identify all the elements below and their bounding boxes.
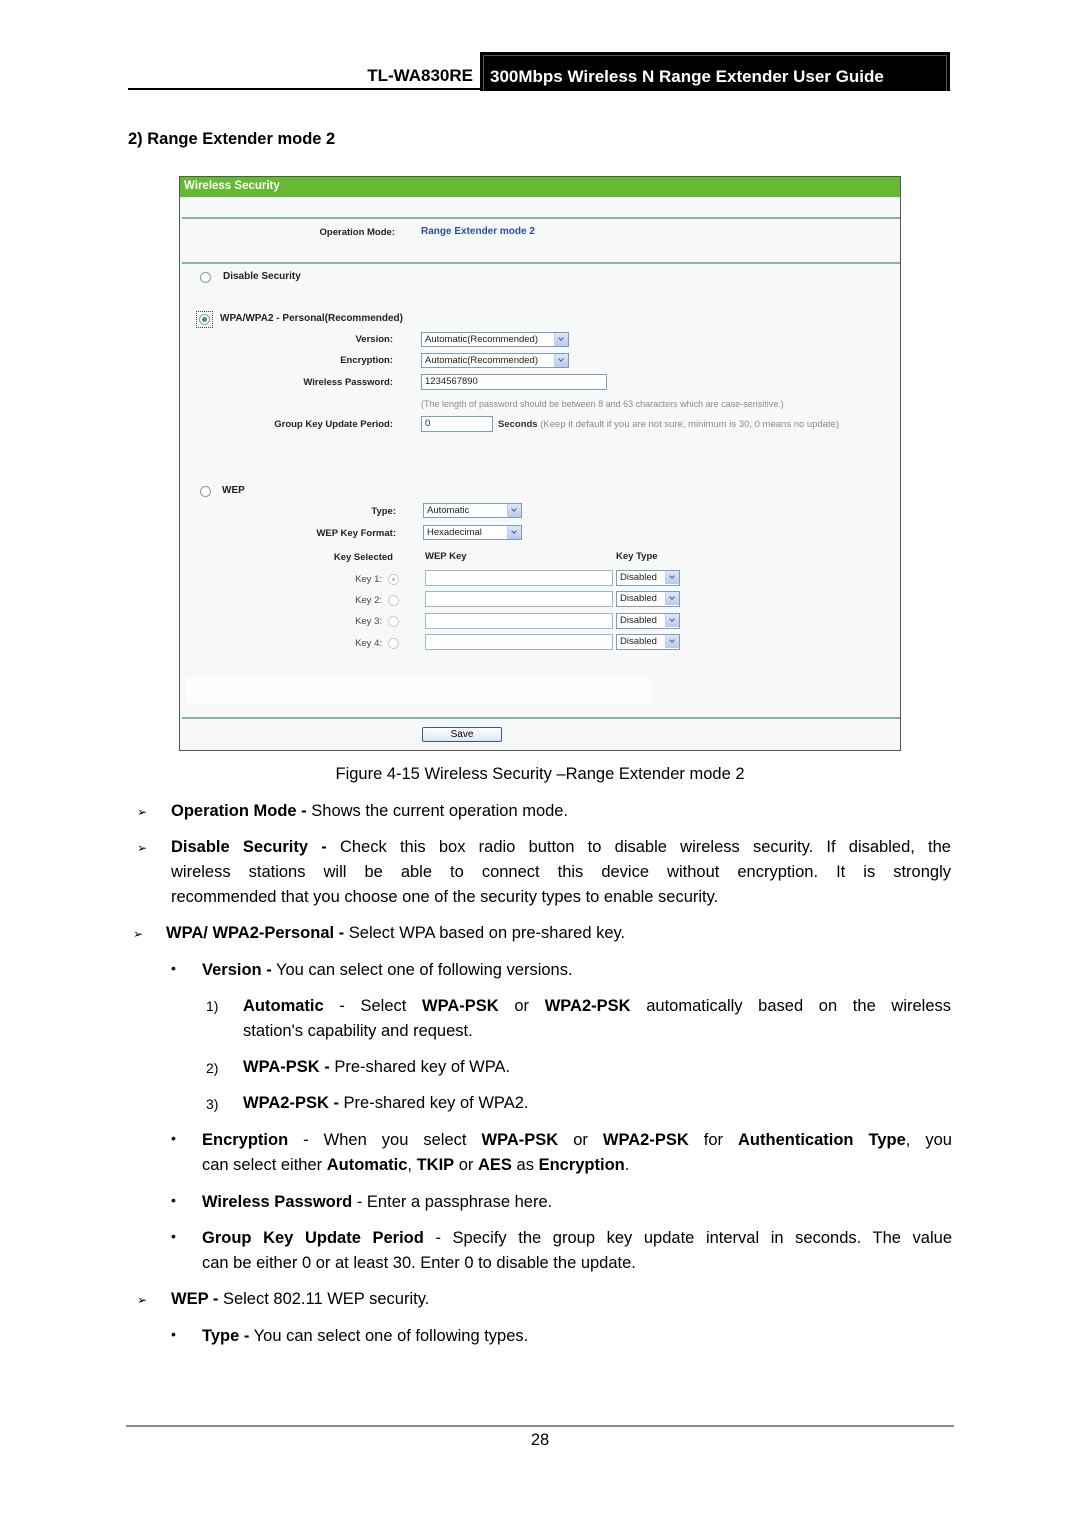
- dot-bullet-icon: •: [171, 960, 176, 976]
- key-1-label: Key 1:: [355, 574, 382, 585]
- group-key-desc: Group Key Update Period - Specify the gr…: [202, 1229, 953, 1272]
- key-4-input[interactable]: [425, 634, 613, 650]
- key-3-label: Key 3:: [355, 616, 382, 627]
- key-3-radio[interactable]: [388, 616, 399, 627]
- encryption-select[interactable]: Automatic(Recommended): [421, 353, 569, 368]
- disable-security-label: Disable Security: [223, 271, 301, 282]
- wireless-security-panel: Wireless Security Operation Mode: Range …: [179, 176, 901, 751]
- save-button[interactable]: Save: [422, 727, 502, 742]
- wpa-personal-label: WPA/WPA2 - Personal(Recommended): [220, 313, 403, 324]
- dot-bullet-icon: •: [171, 1326, 176, 1342]
- operation-mode-label: Operation Mode:: [319, 227, 395, 238]
- chevron-down-icon: [665, 614, 679, 627]
- key-1-input[interactable]: [425, 570, 613, 586]
- version-select[interactable]: Automatic(Recommended): [421, 332, 569, 347]
- password-hint: (The length of password should be betwee…: [421, 399, 784, 409]
- chevron-down-icon: [507, 526, 521, 539]
- list-number: 3): [206, 1096, 219, 1112]
- wpa-personal-radio[interactable]: [199, 314, 210, 325]
- chevron-down-icon: [665, 592, 679, 605]
- wireless-password-label: Wireless Password:: [303, 377, 393, 388]
- wep-key-format-label: WEP Key Format:: [316, 528, 396, 539]
- disable-security-desc: Disable Security - Check this box radio …: [171, 838, 951, 906]
- key-2-label: Key 2:: [355, 595, 382, 606]
- wep-desc: WEP - Select 802.11 WEP security.: [171, 1290, 430, 1308]
- chevron-down-icon: [554, 333, 568, 346]
- version-item: Automatic - Select WPA-PSK or WPA2-PSK a…: [243, 997, 952, 1040]
- arrow-bullet-icon: ➢: [137, 1293, 148, 1307]
- divider: [182, 217, 900, 219]
- panel-title: Wireless Security: [184, 180, 280, 192]
- page-number: 28: [530, 1431, 550, 1449]
- key-3-input[interactable]: [425, 613, 613, 629]
- key-1-radio[interactable]: [388, 574, 399, 585]
- encryption-desc: Encryption - When you select WPA-PSK or …: [202, 1131, 952, 1174]
- key-1-type-select[interactable]: Disabled: [616, 570, 680, 586]
- figure-caption: Figure 4-15 Wireless Security –Range Ext…: [335, 765, 745, 783]
- header-model: TL-WA830RE: [367, 66, 473, 85]
- wep-key-header: WEP Key: [425, 551, 467, 562]
- version-item: WPA2-PSK - Pre-shared key of WPA2.: [243, 1094, 529, 1112]
- footer-rule: [126, 1425, 954, 1427]
- seconds-note: Seconds (Keep it default if you are not …: [498, 419, 840, 430]
- header-guide-title: 300Mbps Wireless N Range Extender User G…: [490, 67, 884, 86]
- wep-label: WEP: [222, 485, 245, 496]
- blank-area: [186, 677, 651, 703]
- list-number: 2): [206, 1060, 219, 1076]
- wep-radio[interactable]: [200, 486, 211, 497]
- type-desc: Type - You can select one of following t…: [202, 1327, 529, 1345]
- chevron-down-icon: [665, 571, 679, 584]
- version-desc: Version - You can select one of followin…: [202, 961, 573, 979]
- operation-mode-desc: Operation Mode - Shows the current opera…: [171, 802, 569, 820]
- wep-key-format-select[interactable]: Hexadecimal: [423, 525, 522, 540]
- group-key-label: Group Key Update Period:: [274, 419, 393, 430]
- header-title-box: 300Mbps Wireless N Range Extender User G…: [480, 52, 950, 91]
- divider: [182, 717, 900, 719]
- key-4-type-select[interactable]: Disabled: [616, 634, 680, 650]
- dot-bullet-icon: •: [171, 1192, 176, 1208]
- key-type-header: Key Type: [616, 551, 658, 562]
- header-rule: [128, 88, 480, 90]
- dot-bullet-icon: •: [171, 1130, 176, 1146]
- wep-type-select[interactable]: Automatic: [423, 503, 522, 518]
- key-selected-header: Key Selected: [333, 552, 393, 563]
- key-2-radio[interactable]: [388, 595, 399, 606]
- key-2-input[interactable]: [425, 591, 613, 607]
- chevron-down-icon: [665, 635, 679, 648]
- disable-security-radio[interactable]: [200, 272, 211, 283]
- chevron-down-icon: [507, 504, 521, 517]
- key-3-type-select[interactable]: Disabled: [616, 613, 680, 629]
- wireless-password-desc: Wireless Password - Enter a passphrase h…: [202, 1193, 553, 1211]
- group-key-input[interactable]: 0: [421, 416, 493, 432]
- wpa-personal-desc: WPA/ WPA2-Personal - Select WPA based on…: [166, 924, 626, 942]
- key-4-label: Key 4:: [355, 638, 382, 649]
- chevron-down-icon: [554, 354, 568, 367]
- arrow-bullet-icon: ➢: [137, 841, 148, 855]
- operation-mode-value: Range Extender mode 2: [421, 226, 535, 237]
- version-item: WPA-PSK - Pre-shared key of WPA.: [243, 1058, 511, 1076]
- dot-bullet-icon: •: [171, 1228, 176, 1244]
- wep-type-label: Type:: [371, 506, 396, 517]
- panel-header: Wireless Security: [180, 177, 900, 197]
- key-2-type-select[interactable]: Disabled: [616, 591, 680, 607]
- divider: [182, 262, 900, 264]
- version-label: Version:: [355, 334, 394, 345]
- section-heading: 2) Range Extender mode 2: [128, 130, 336, 148]
- wireless-password-input[interactable]: 1234567890: [421, 374, 607, 390]
- encryption-label: Encryption:: [340, 355, 393, 366]
- key-4-radio[interactable]: [388, 638, 399, 649]
- list-number: 1): [206, 998, 219, 1014]
- arrow-bullet-icon: ➢: [137, 805, 148, 819]
- arrow-bullet-icon: ➢: [133, 927, 144, 941]
